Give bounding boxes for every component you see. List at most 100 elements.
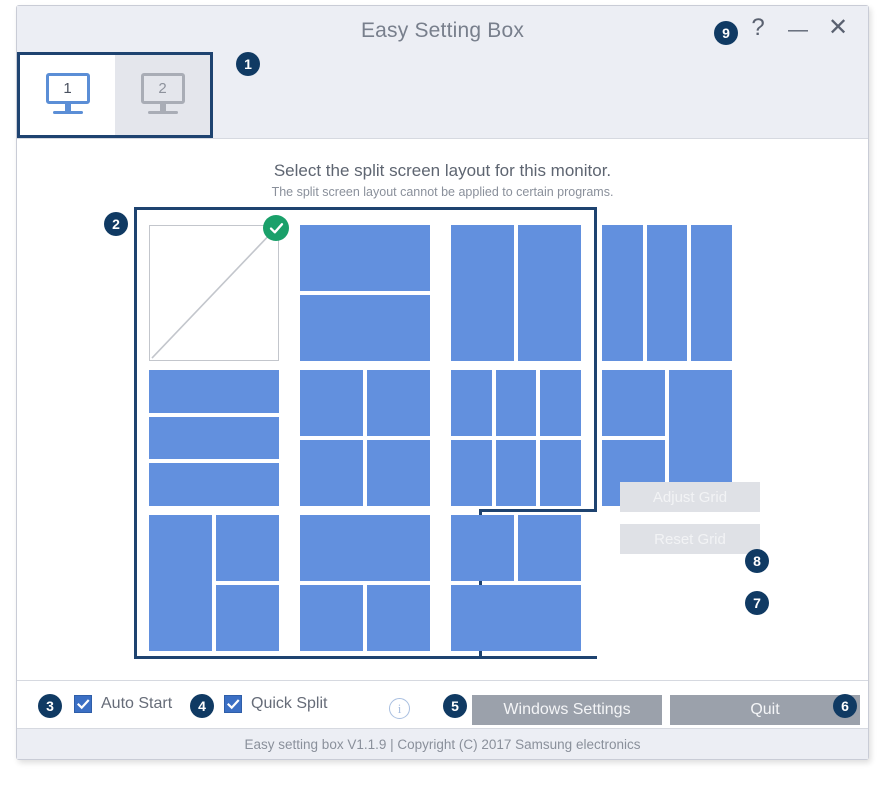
layout-option-left-full-right-split[interactable]	[149, 507, 279, 652]
callout-badge-8: 8	[745, 549, 769, 573]
monitor-tab-1[interactable]: 1	[20, 55, 115, 135]
instruction-subline: The split screen layout cannot be applie…	[271, 185, 614, 199]
monitor-tab-2[interactable]: 2	[115, 55, 210, 135]
callout-badge-9: 9	[714, 21, 738, 45]
quick-split-group: Quick Split	[224, 695, 327, 713]
layout-tile	[451, 225, 514, 361]
layout-thumbnail	[451, 225, 581, 361]
quit-button[interactable]: Quit	[670, 695, 860, 725]
layout-tile	[495, 370, 537, 436]
monitor-tab-1-label: 1	[45, 73, 90, 104]
minimize-button[interactable]: —	[786, 20, 810, 40]
layout-option-three-columns[interactable]	[602, 217, 732, 362]
layout-thumbnail	[300, 225, 430, 361]
layout-tile	[367, 440, 430, 506]
callout-badge-1: 1	[236, 52, 260, 76]
layout-tile	[149, 416, 279, 460]
layout-tile	[495, 440, 537, 506]
layout-option-two-rows[interactable]	[300, 217, 430, 362]
layout-tile	[367, 370, 430, 436]
no-split-diagonal-icon	[150, 226, 278, 360]
layout-tiles	[602, 225, 732, 361]
layout-tile	[451, 515, 514, 581]
layout-selection-panel	[134, 207, 732, 659]
app-window-frame: Easy Setting Box ? — ✕ 1 2 Select the sp…	[16, 5, 869, 760]
selected-check-badge	[263, 215, 289, 241]
layout-thumbnail	[451, 515, 581, 651]
layout-tile	[451, 440, 492, 506]
layout-thumbnail	[602, 225, 732, 361]
grid-button-group: Adjust Grid Reset Grid	[620, 482, 760, 566]
layout-thumbnail	[300, 515, 430, 651]
layout-tile	[518, 515, 581, 581]
quick-split-checkbox[interactable]	[224, 695, 242, 713]
layout-tile	[540, 440, 581, 506]
layout-tile	[300, 370, 363, 436]
layout-tile	[149, 515, 212, 651]
layout-tile	[518, 225, 581, 361]
layout-thumbnail	[300, 370, 430, 506]
close-button[interactable]: ✕	[826, 16, 850, 40]
layout-tiles	[300, 225, 430, 361]
content-area: Select the split screen layout for this …	[17, 138, 868, 681]
instruction-headline: Select the split screen layout for this …	[273, 161, 612, 180]
monitor-icon: 2	[137, 73, 189, 117]
layout-tile	[300, 225, 430, 291]
layout-tile	[540, 370, 581, 436]
auto-start-checkbox[interactable]	[74, 695, 92, 713]
layout-tile	[602, 225, 643, 361]
layout-tile	[691, 225, 732, 361]
monitor-stand-base	[52, 111, 83, 114]
layout-tile	[367, 585, 430, 651]
layout-thumbnail-grid	[149, 215, 732, 652]
panel-outline-top	[134, 207, 597, 210]
footer-bar: Easy setting box V1.1.9 | Copyright (C) …	[17, 728, 868, 759]
layout-thumbnail	[451, 370, 581, 506]
window-controls: ? — ✕	[746, 16, 850, 41]
reset-grid-button[interactable]: Reset Grid	[620, 524, 760, 554]
callout-badge-7: 7	[745, 591, 769, 615]
monitor-tab-group: 1 2	[17, 52, 213, 138]
layout-tiles	[300, 370, 430, 506]
windows-settings-button[interactable]: Windows Settings	[472, 695, 662, 725]
monitor-stand-base	[147, 111, 178, 114]
layout-tile	[149, 463, 279, 506]
callout-badge-6: 6	[833, 694, 857, 718]
help-button[interactable]: ?	[746, 16, 770, 40]
layout-tile	[216, 585, 279, 651]
adjust-grid-button[interactable]: Adjust Grid	[620, 482, 760, 512]
check-icon	[76, 698, 90, 709]
window-title: Easy Setting Box	[360, 19, 525, 42]
layout-tiles	[300, 515, 430, 651]
auto-start-group: Auto Start	[74, 695, 172, 713]
layout-option-two-by-two-grid[interactable]	[300, 362, 430, 507]
layout-thumbnail	[149, 215, 289, 361]
callout-badge-4: 4	[190, 694, 214, 718]
check-icon	[226, 698, 240, 709]
layout-option-top-split-bottom-full[interactable]	[451, 507, 581, 652]
callout-badge-3: 3	[38, 694, 62, 718]
layout-thumbnail	[149, 370, 279, 506]
quick-split-label: Quick Split	[251, 695, 328, 712]
easy-setting-box-window: Easy Setting Box ? — ✕ 1 2 Select the sp…	[0, 0, 885, 786]
layout-tile	[602, 370, 665, 436]
monitor-icon: 1	[42, 73, 94, 117]
info-icon[interactable]: i	[389, 698, 410, 719]
monitor-stand-neck	[159, 104, 166, 111]
panel-outline-bottom	[134, 656, 597, 659]
layout-option-three-rows[interactable]	[149, 362, 279, 507]
layout-option-no-split[interactable]	[149, 215, 289, 362]
layout-thumbnail	[149, 515, 279, 651]
layout-option-two-columns[interactable]	[451, 217, 581, 362]
callout-badge-2: 2	[104, 212, 128, 236]
monitor-stand-neck	[64, 104, 71, 111]
layout-tile	[300, 440, 363, 506]
layout-tiles	[149, 515, 279, 651]
layout-option-top-full-bottom-split[interactable]	[300, 507, 430, 652]
layout-tiles	[149, 370, 279, 506]
callout-badge-5: 5	[443, 694, 467, 718]
layout-tiles	[451, 225, 581, 361]
layout-option-three-by-two-grid[interactable]	[451, 362, 581, 507]
layout-tiles	[451, 370, 581, 506]
check-icon	[269, 222, 283, 233]
